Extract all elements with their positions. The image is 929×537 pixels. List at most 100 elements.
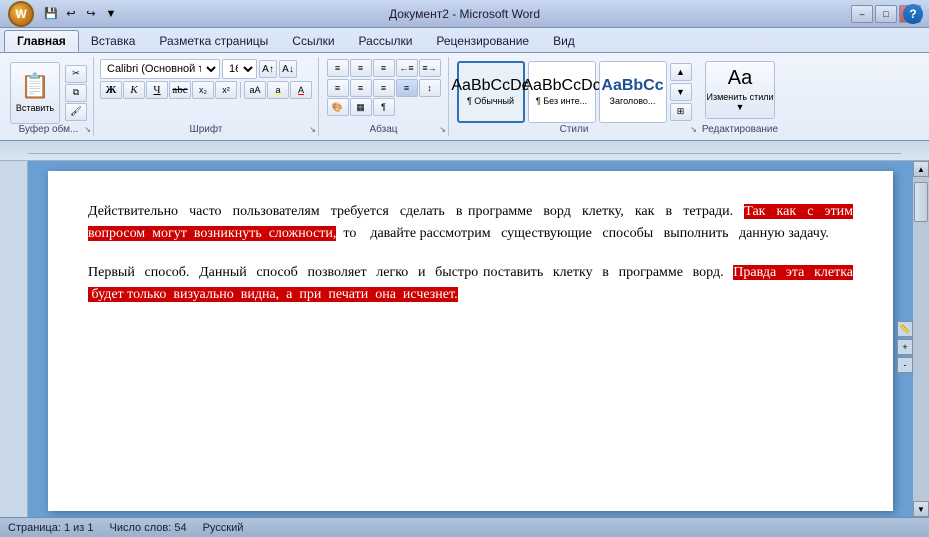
zoom-in-btn[interactable]: + [897,339,913,355]
styles-group-inner: AaBbCcDc ¶ Обычный AaBbCcDc ¶ Без инте..… [457,59,692,134]
tab-review[interactable]: Рецензирование [424,30,541,52]
scroll-thumb[interactable] [914,182,928,222]
maximize-button[interactable]: □ [875,5,897,23]
ribbon-content: 📋 Вставить ✂ ⧉ 🖌 Буфер обм... ↘ Calibri … [0,52,929,140]
help-button[interactable]: ? [903,4,923,24]
editing-label: Редактирование [702,124,778,135]
language: Русский [203,522,244,534]
top-ruler [0,141,929,161]
clipboard-group: 📋 Вставить ✂ ⧉ 🖌 Буфер обм... ↘ [4,57,94,136]
style-no-spacing[interactable]: AaBbCcDc ¶ Без инте... [528,61,596,123]
minimize-button[interactable]: – [851,5,873,23]
clipboard-label: Буфер обм... [19,124,79,135]
p1-text1: Действительно часто пользователям требуе… [88,204,744,219]
tab-insert[interactable]: Вставка [79,30,148,52]
scroll-up-arrow[interactable]: ▲ [913,161,929,177]
decrease-font-btn[interactable]: A↓ [279,60,297,78]
paragraph-1[interactable]: Действительно часто пользователям требуе… [88,201,853,246]
title-bar-left: W 💾 ↩ ↪ ▼ [8,1,120,27]
align-left-btn[interactable]: ≡ [327,79,349,97]
styles-scroll-controls: ▲ ▼ ⊞ [670,63,692,121]
pilcrow-btn[interactable]: ¶ [373,98,395,116]
zoom-out-btn[interactable]: - [897,357,913,373]
multilevel-list-btn[interactable]: ≡ [373,59,395,77]
styles-expand[interactable]: ⊞ [670,103,692,121]
shading-btn[interactable]: 🎨 [327,98,349,116]
scroll-down-arrow[interactable]: ▼ [913,501,929,517]
numbered-list-btn[interactable]: ≡ [350,59,372,77]
font-expand-icon[interactable]: ↘ [309,125,316,134]
paste-icon: 📋 [20,72,50,101]
editing-group-inner: Aa Изменить стили ▼ [705,59,775,134]
font-family-select[interactable]: Calibri (Основной те... [100,59,220,79]
paragraph-group: ≡ ≡ ≡ ←≡ ≡→ ≡ ≡ ≡ ≡ ↕ 🎨 ▦ ¶ Абзац [319,57,449,136]
view-ruler-btn[interactable]: 📏 [897,321,913,337]
paragraph-2[interactable]: Первый способ. Данный способ позволяет л… [88,262,853,307]
decrease-indent-btn[interactable]: ←≡ [396,59,418,77]
style-nospacing-label: ¶ Без инте... [536,96,587,106]
font-family-row: Calibri (Основной те... 16 A↑ A↓ [100,59,297,79]
font-format-row: Ж К Ч abc х₂ х² аА а А [100,81,312,99]
font-group: Calibri (Основной те... 16 A↑ A↓ Ж К Ч a… [94,57,319,136]
paste-label: Вставить [16,103,54,113]
cut-button[interactable]: ✂ [65,65,87,83]
undo-quick-btn[interactable]: ↩ [62,5,80,23]
border-btn[interactable]: ▦ [350,98,372,116]
document-scroll-area[interactable]: Действительно часто пользователям требуе… [28,161,913,517]
p1-text2: то давайте рассмотрим существующие спосо… [336,226,829,241]
list-buttons: ≡ ≡ ≡ ←≡ ≡→ [327,59,441,77]
tab-pagelayout[interactable]: Разметка страницы [147,30,280,52]
font-color-button[interactable]: А [290,81,312,99]
document-container: Действительно часто пользователям требуе… [0,161,929,517]
clipboard-group-inner: 📋 Вставить ✂ ⧉ 🖌 [10,59,87,134]
align-right-btn[interactable]: ≡ [373,79,395,97]
redo-quick-btn[interactable]: ↪ [82,5,100,23]
styles-label: Стили [560,124,589,135]
styles-expand-icon[interactable]: ↘ [690,125,697,134]
paragraph-label: Абзац [369,124,397,135]
qa-dropdown-btn[interactable]: ▼ [102,5,120,23]
justify-btn[interactable]: ≡ [396,79,418,97]
text-effects-button[interactable]: аА [244,81,266,99]
superscript-button[interactable]: х² [215,81,237,99]
style-normal-label: ¶ Обычный [467,96,514,106]
p2-text1: Первый способ. Данный способ позволяет л… [88,265,733,280]
format-painter-button[interactable]: 🖌 [65,103,87,121]
save-quick-btn[interactable]: 💾 [42,5,60,23]
scroll-track[interactable] [913,177,929,501]
increase-font-btn[interactable]: A↑ [259,60,277,78]
clipboard-expand-icon[interactable]: ↘ [84,125,91,134]
mini-toolbar: 📏 + - [897,321,913,373]
style-heading1[interactable]: AaBbCc Заголово... [599,61,667,123]
strikethrough-button[interactable]: abc [169,81,191,99]
highlight-color-button[interactable]: а [267,81,289,99]
tab-home[interactable]: Главная [4,30,79,52]
italic-button[interactable]: К [123,81,145,99]
styles-scroll-down[interactable]: ▼ [670,83,692,101]
tab-references[interactable]: Ссылки [280,30,346,52]
tab-view[interactable]: Вид [541,30,587,52]
ribbon-tab-bar: Главная Вставка Разметка страницы Ссылки… [0,28,929,52]
document-page[interactable]: Действительно часто пользователям требуе… [48,171,893,511]
copy-button[interactable]: ⧉ [65,84,87,102]
style-normal-preview: AaBbCcDc [451,78,529,94]
font-size-select[interactable]: 16 [222,59,257,79]
paste-button[interactable]: 📋 Вставить [10,62,60,124]
change-styles-button[interactable]: Aa Изменить стили ▼ [705,61,775,119]
paragraph-expand-icon[interactable]: ↘ [439,125,446,134]
style-normal[interactable]: AaBbCcDc ¶ Обычный [457,61,525,123]
office-button[interactable]: W [8,1,34,27]
align-center-btn[interactable]: ≡ [350,79,372,97]
style-nospacing-preview: AaBbCcDc [522,78,600,94]
bullets-btn[interactable]: ≡ [327,59,349,77]
subscript-button[interactable]: х₂ [192,81,214,99]
increase-indent-btn[interactable]: ≡→ [419,59,441,77]
line-spacing-btn[interactable]: ↕ [419,79,441,97]
underline-button[interactable]: Ч [146,81,168,99]
tab-mailings[interactable]: Рассылки [347,30,425,52]
styles-scroll-up[interactable]: ▲ [670,63,692,81]
vertical-scrollbar[interactable]: ▲ ▼ [913,161,929,517]
paragraph-group-inner: ≡ ≡ ≡ ←≡ ≡→ ≡ ≡ ≡ ≡ ↕ 🎨 ▦ ¶ [327,59,441,134]
editing-group: Aa Изменить стили ▼ Редактирование [699,57,781,136]
bold-button[interactable]: Ж [100,81,122,99]
